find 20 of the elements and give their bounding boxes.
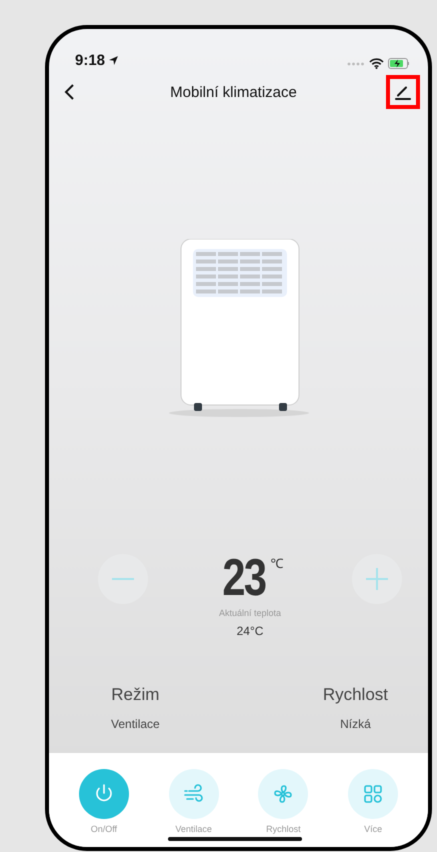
setting-value: Ventilace [111, 717, 160, 731]
wifi-icon [369, 58, 384, 69]
location-arrow-icon [108, 55, 120, 66]
current-temperature-label: Aktuální teplota [218, 608, 282, 618]
set-temperature: 23 [222, 550, 266, 606]
plus-icon [365, 567, 389, 591]
minus-icon [111, 578, 135, 580]
control-tab[interactable]: Ventilace [168, 769, 219, 847]
temperature-unit: ℃ [270, 555, 284, 572]
status-time: 9:18 [75, 52, 120, 69]
control-tab[interactable]: On/Off [78, 769, 129, 847]
setting-label: Rychlost [322, 685, 388, 705]
current-temperature: 24°C [236, 624, 264, 638]
control-tab[interactable]: Rychlost [258, 769, 308, 847]
signal-dots-icon [347, 62, 365, 66]
setting-label: Režim [111, 685, 160, 705]
battery-icon [388, 58, 410, 69]
setting-value: Nízká [340, 717, 371, 731]
page-title: Mobilní klimatizace [170, 84, 297, 100]
control-tab[interactable]: Více [348, 769, 398, 847]
